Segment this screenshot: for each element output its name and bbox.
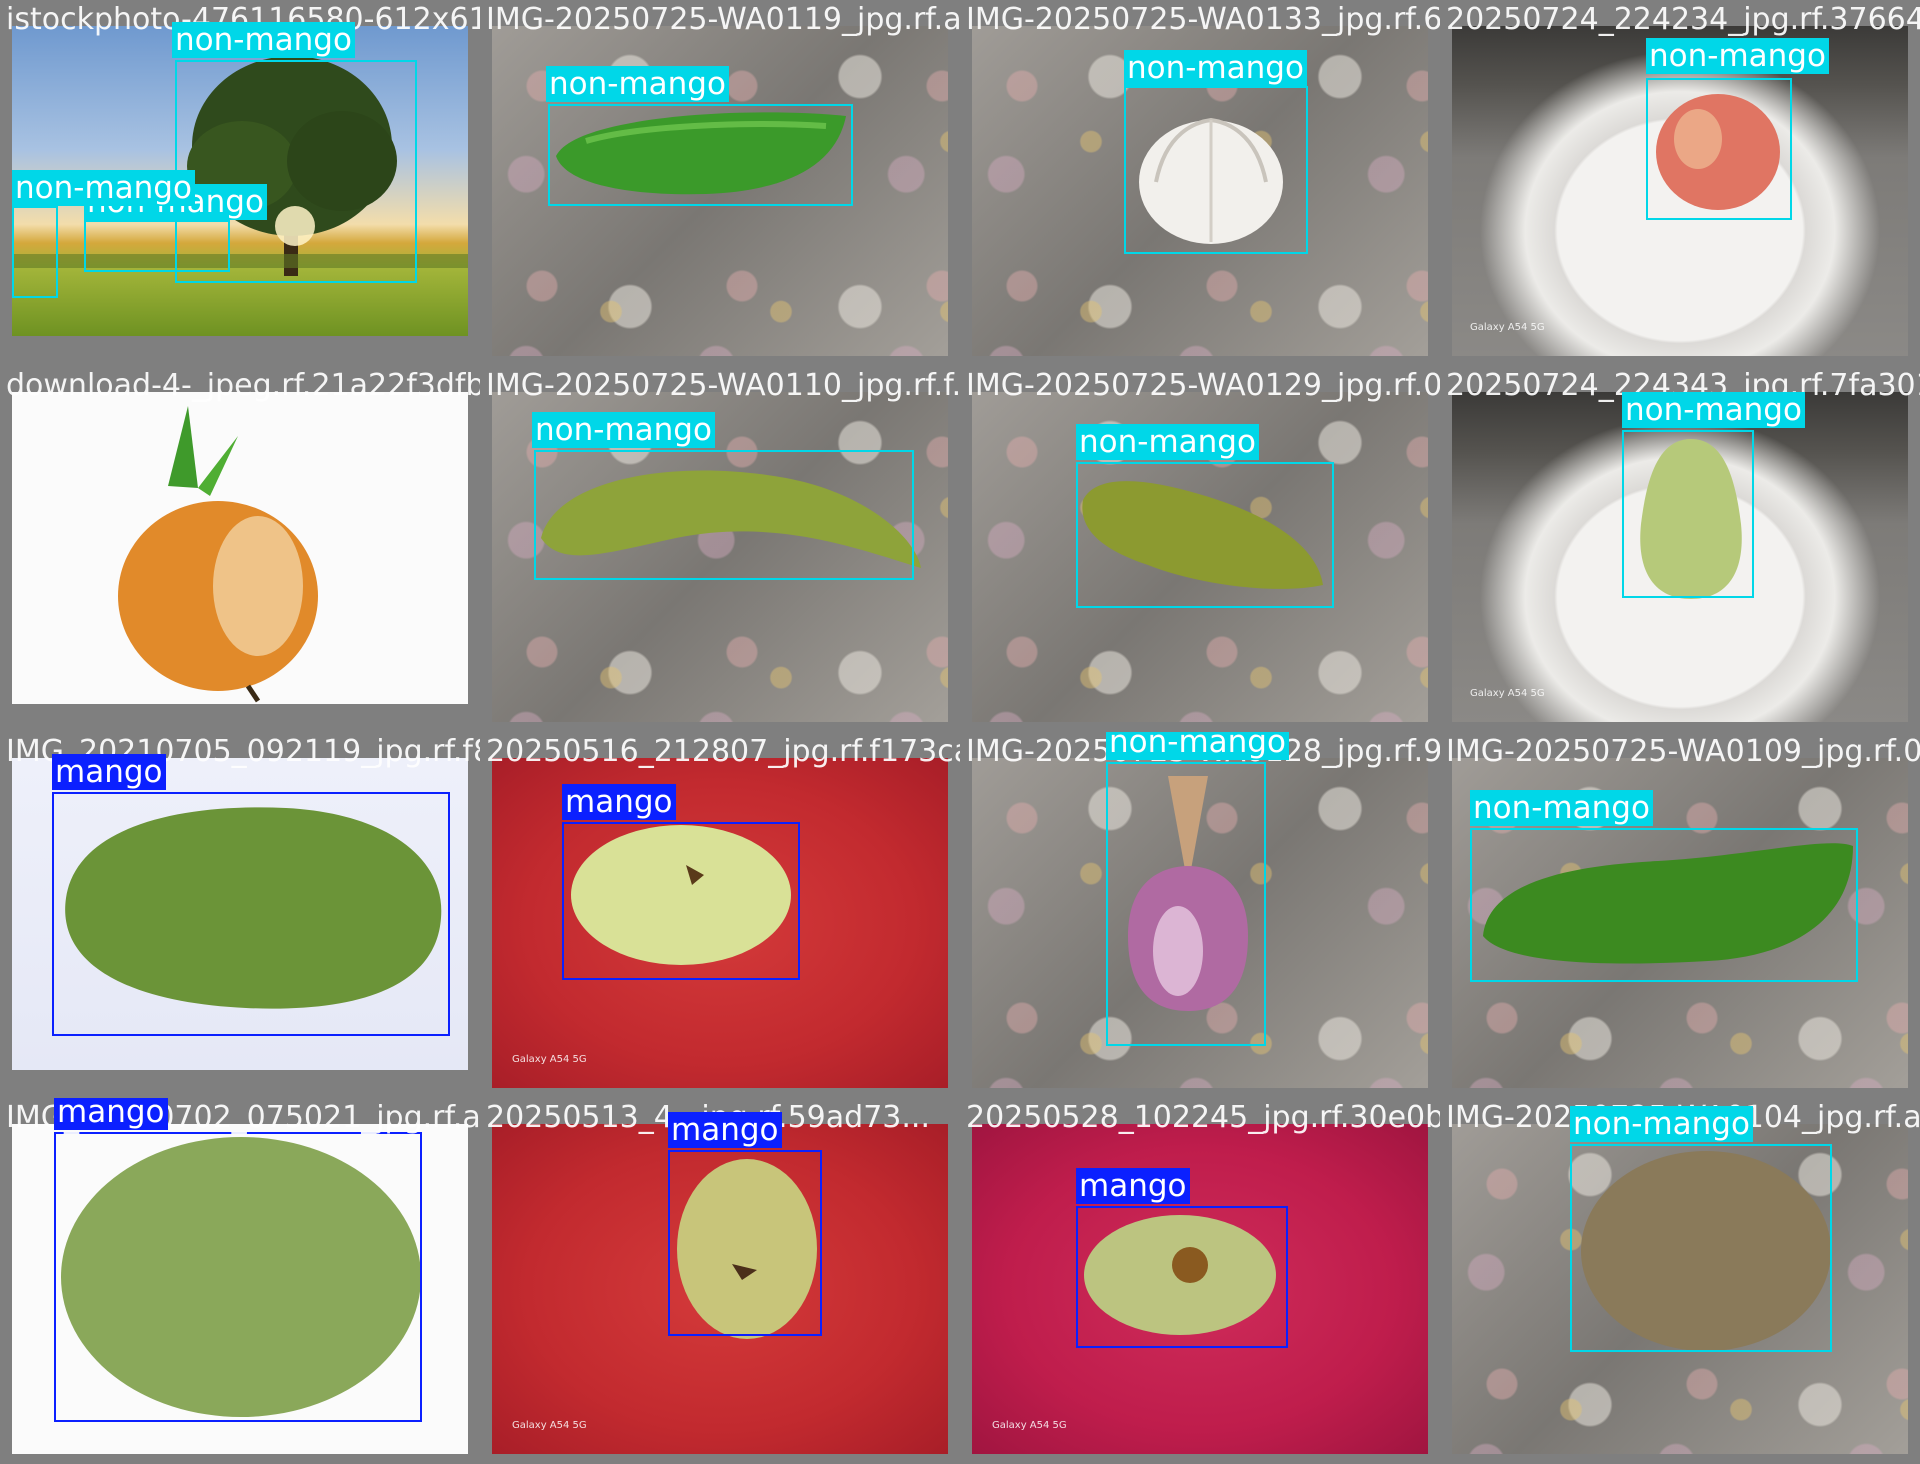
tile-11: IMG-20250725-WA0128_jpg.rf.9... non-mang… xyxy=(960,732,1440,1098)
detection-box xyxy=(12,206,58,298)
tile-14: Galaxy A54 5G 20250513_4...jpg.rf.59ad73… xyxy=(480,1098,960,1464)
tile-filename: download-4-_jpeg.rf.21a22f3dfb... xyxy=(6,368,480,403)
tile-filename: 20250724_224234_jpg.rf.37664e... xyxy=(1446,2,1920,37)
tile-13: IMG_20210702_075021_jpg.rf.a... mango xyxy=(0,1098,480,1464)
detection-label: non-mango xyxy=(1076,424,1259,460)
detection-box xyxy=(1622,430,1754,598)
watermark: Galaxy A54 5G xyxy=(512,1054,587,1065)
detection-label: non-mango xyxy=(12,170,195,206)
detection-label: non-mango xyxy=(1570,1106,1753,1142)
detection-box xyxy=(84,220,230,272)
tile-filename: IMG-20250725-WA0119_jpg.rf.ad... xyxy=(486,2,960,37)
tile-filename: 20250528_102245_jpg.rf.30e0b8... xyxy=(966,1100,1440,1135)
detection-box xyxy=(1076,1206,1288,1348)
detection-label: non-mango xyxy=(1622,392,1805,428)
detection-box xyxy=(668,1150,822,1336)
tile-1: istockphoto-476116580-612x612_jpg.rf.b..… xyxy=(0,0,480,366)
detection-box xyxy=(54,1132,422,1422)
detection-label: non-mango xyxy=(546,66,729,102)
detection-label: non-mango xyxy=(1646,38,1829,74)
detection-label: non-mango xyxy=(172,22,355,58)
tile-filename: IMG-20250725-WA0133_jpg.rf.6... xyxy=(966,2,1440,37)
tile-5: download-4-_jpeg.rf.21a22f3dfb... xyxy=(0,366,480,732)
tile-16: IMG-20250725-WA0104_jpg.rf.a... non-mang… xyxy=(1440,1098,1920,1464)
detection-label: non-mango xyxy=(1470,790,1653,826)
detection-label: non-mango xyxy=(1124,50,1307,86)
detection-label: mango xyxy=(52,754,166,790)
watermark: Galaxy A54 5G xyxy=(512,1420,587,1431)
tile-7: IMG-20250725-WA0129_jpg.rf.0... non-mang… xyxy=(960,366,1440,732)
detection-label: mango xyxy=(668,1112,782,1148)
detection-box xyxy=(1470,828,1858,982)
tile-8: Galaxy A54 5G 20250724_224343_jpg.rf.7fa… xyxy=(1440,366,1920,732)
tile-10: Galaxy A54 5G 20250516_212807_jpg.rf.f17… xyxy=(480,732,960,1098)
watermark: Galaxy A54 5G xyxy=(992,1420,1067,1431)
detection-box xyxy=(1124,86,1308,254)
detection-label: non-mango xyxy=(532,412,715,448)
tile-filename: 20250516_212807_jpg.rf.f173ca... xyxy=(486,734,960,769)
tile-6: IMG-20250725-WA0110_jpg.rf.f... non-mang… xyxy=(480,366,960,732)
tile-filename: IMG-20250725-WA0109_jpg.rf.0... xyxy=(1446,734,1920,769)
detection-box xyxy=(534,450,914,580)
tile-filename: IMG-20250725-WA0129_jpg.rf.0... xyxy=(966,368,1440,403)
detection-box xyxy=(1076,462,1334,608)
detection-results-grid: istockphoto-476116580-612x612_jpg.rf.b..… xyxy=(0,0,1920,1464)
onion-icon xyxy=(118,406,318,703)
tile-4: Galaxy A54 5G 20250724_224234_jpg.rf.376… xyxy=(1440,0,1920,366)
tile-12: IMG-20250725-WA0109_jpg.rf.0... non-mang… xyxy=(1440,732,1920,1098)
detection-box xyxy=(562,822,800,980)
tile-filename: IMG-20250725-WA0110_jpg.rf.f... xyxy=(486,368,960,403)
watermark: Galaxy A54 5G xyxy=(1470,688,1545,699)
detection-label: mango xyxy=(1076,1168,1190,1204)
tile-9: IMG_20210705_092119_jpg.rf.f8... mango xyxy=(0,732,480,1098)
detection-box xyxy=(52,792,450,1036)
detection-box xyxy=(1106,762,1266,1046)
detection-box xyxy=(1570,1144,1832,1352)
tile-2: IMG-20250725-WA0119_jpg.rf.ad... non-man… xyxy=(480,0,960,366)
tile-3: IMG-20250725-WA0133_jpg.rf.6... non-mang… xyxy=(960,0,1440,366)
detection-label: mango xyxy=(562,784,676,820)
tile-15: Galaxy A54 5G 20250528_102245_jpg.rf.30e… xyxy=(960,1098,1440,1464)
detection-label: mango xyxy=(54,1098,168,1130)
detection-label: non-mango xyxy=(1106,732,1289,760)
detection-box xyxy=(548,104,853,206)
watermark: Galaxy A54 5G xyxy=(1470,322,1545,333)
detection-box xyxy=(1646,78,1792,220)
